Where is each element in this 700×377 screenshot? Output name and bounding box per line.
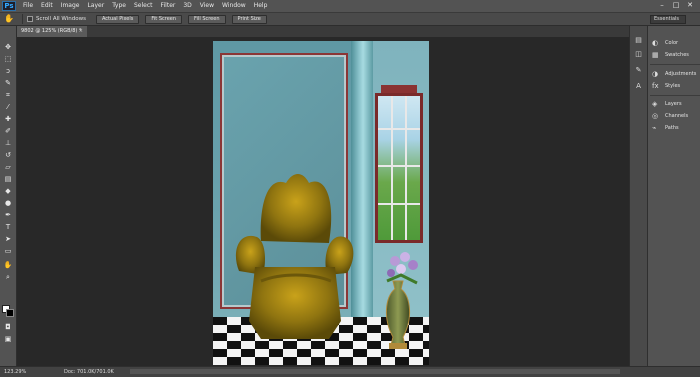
eyedropper-tool-icon[interactable]: ⁄	[2, 102, 14, 112]
quick-select-tool-icon[interactable]: ✎	[2, 78, 14, 88]
document-tab-title: 9802 @ 125% (RGB/8) *	[21, 28, 82, 34]
marquee-tool-icon[interactable]: ⬚	[2, 54, 14, 64]
tools-panel: ✥ ⬚ ↄ ✎ ⌗ ⁄ ✚ ✐ ⊥ ↺ ▱ ▤ ◆ ● ✒ T ➤ ▭ ✋ ⌕ …	[0, 26, 17, 366]
workspace-select[interactable]: Essentials	[650, 15, 686, 24]
close-tab-icon[interactable]: ×	[79, 26, 83, 37]
panel-layers[interactable]: ◈ Layers	[652, 98, 682, 110]
menu-window[interactable]: Window	[218, 0, 250, 12]
actual-pixels-button[interactable]: Actual Pixels	[95, 14, 140, 24]
color-wheel-icon: ◐	[652, 39, 659, 47]
panel-adjustments[interactable]: ◑ Adjustments	[652, 68, 696, 80]
menu-image[interactable]: Image	[57, 0, 84, 12]
menu-select[interactable]: Select	[130, 0, 157, 12]
blur-tool-icon[interactable]: ◆	[2, 186, 14, 196]
zoom-tool-icon[interactable]: ⌕	[2, 272, 14, 282]
menu-type[interactable]: Type	[108, 0, 130, 12]
panel-label: Layers	[665, 101, 682, 107]
panel-label: Paths	[665, 125, 679, 131]
crop-tool-icon[interactable]: ⌗	[2, 90, 14, 100]
panel-color[interactable]: ◐ Color	[652, 37, 678, 49]
panel-divider	[650, 64, 700, 65]
doc-size: Doc: 701.0K/701.0K	[64, 369, 114, 375]
shape-tool-icon[interactable]: ▭	[2, 246, 14, 256]
menu-edit[interactable]: Edit	[37, 0, 57, 12]
eraser-tool-icon[interactable]: ▱	[2, 162, 14, 172]
menu-file[interactable]: File	[19, 0, 37, 12]
photoshop-logo: Ps	[2, 1, 16, 11]
horizontal-scrollbar[interactable]	[130, 369, 620, 374]
window	[375, 93, 423, 243]
canvas-area[interactable]	[17, 37, 629, 366]
panel-channels[interactable]: ◎ Channels	[652, 110, 688, 122]
hand-tool-icon[interactable]: ✋	[4, 14, 18, 24]
window-mullion	[378, 202, 420, 205]
window-controls: – □ ✕	[656, 1, 696, 10]
window-glass	[378, 96, 420, 240]
panel-dock: ▤ ◫ ✎ A ◐ Color ▦ Swatches ◑ Adjustments…	[629, 26, 700, 366]
swatches-grid-icon: ▦	[652, 51, 659, 59]
print-size-button[interactable]: Print Size	[231, 14, 267, 24]
menu-3d[interactable]: 3D	[179, 0, 195, 12]
panel-styles[interactable]: fx Styles	[652, 80, 680, 92]
pen-tool-icon[interactable]: ✒	[2, 210, 14, 220]
quick-mask-icon[interactable]: ◘	[2, 322, 14, 332]
window-mullion	[378, 127, 420, 130]
fit-screen-button[interactable]: Fit Screen	[145, 14, 183, 24]
document-tab-bar: 9802 @ 125% (RGB/8) * ×	[17, 26, 629, 37]
hand-tool-icon[interactable]: ✋	[2, 260, 14, 270]
layers-icon: ◈	[652, 100, 658, 108]
character-icon[interactable]: A	[634, 82, 643, 90]
menu-view[interactable]: View	[196, 0, 218, 12]
menu-layer[interactable]: Layer	[83, 0, 108, 12]
window-mullion	[390, 96, 393, 240]
panel-label: Color	[665, 40, 679, 46]
channels-icon: ◎	[652, 112, 659, 120]
gradient-tool-icon[interactable]: ▤	[2, 174, 14, 184]
brush-tool-icon[interactable]: ✐	[2, 126, 14, 136]
healing-brush-tool-icon[interactable]: ✚	[2, 114, 14, 124]
panel-icon-strip: ▤ ◫ ✎ A	[630, 26, 648, 366]
paths-icon: ⌁	[652, 124, 657, 132]
panel-label: Swatches	[665, 52, 689, 58]
background-color-swatch[interactable]	[6, 309, 14, 317]
panel-swatches[interactable]: ▦ Swatches	[652, 49, 689, 61]
history-brush-tool-icon[interactable]: ↺	[2, 150, 14, 160]
panel-label: Channels	[665, 113, 689, 119]
adjustments-icon: ◑	[652, 70, 659, 78]
screen-mode-icon[interactable]: ▣	[2, 334, 14, 344]
menu-help[interactable]: Help	[250, 0, 272, 12]
history-icon[interactable]: ▤	[634, 36, 643, 44]
path-selection-tool-icon[interactable]: ➤	[2, 234, 14, 244]
divider	[22, 14, 23, 24]
zoom-level[interactable]: 123.29%	[4, 369, 34, 375]
fill-screen-button[interactable]: Fill Screen	[188, 14, 226, 24]
document-canvas[interactable]	[213, 41, 429, 365]
menu-bar: Ps File Edit Image Layer Type Select Fil…	[0, 0, 700, 12]
window-mullion	[405, 96, 408, 240]
move-tool-icon[interactable]: ✥	[2, 42, 14, 52]
window-mullion	[378, 165, 420, 168]
dodge-tool-icon[interactable]: ●	[2, 198, 14, 208]
close-button[interactable]: ✕	[684, 1, 696, 10]
document-tab[interactable]: 9802 @ 125% (RGB/8) * ×	[17, 26, 87, 37]
panel-label: Adjustments	[665, 71, 697, 77]
vase-image	[386, 280, 410, 349]
brush-presets-icon[interactable]: ✎	[634, 66, 643, 74]
minimize-button[interactable]: –	[656, 1, 668, 10]
panel-paths[interactable]: ⌁ Paths	[652, 122, 679, 134]
type-tool-icon[interactable]: T	[2, 222, 14, 232]
scroll-all-windows-checkbox[interactable]	[27, 16, 33, 22]
panel-label: Styles	[665, 83, 681, 89]
options-bar: ✋ Scroll All Windows Actual Pixels Fit S…	[0, 12, 700, 26]
maximize-button[interactable]: □	[670, 1, 682, 10]
styles-icon: fx	[652, 82, 659, 90]
properties-icon[interactable]: ◫	[634, 50, 643, 58]
menu-filter[interactable]: Filter	[157, 0, 180, 12]
clone-stamp-tool-icon[interactable]: ⊥	[2, 138, 14, 148]
panel-divider	[650, 95, 700, 96]
scroll-all-windows-label: Scroll All Windows	[36, 16, 86, 22]
armchair-image	[235, 174, 354, 339]
lasso-tool-icon[interactable]: ↄ	[2, 66, 14, 76]
